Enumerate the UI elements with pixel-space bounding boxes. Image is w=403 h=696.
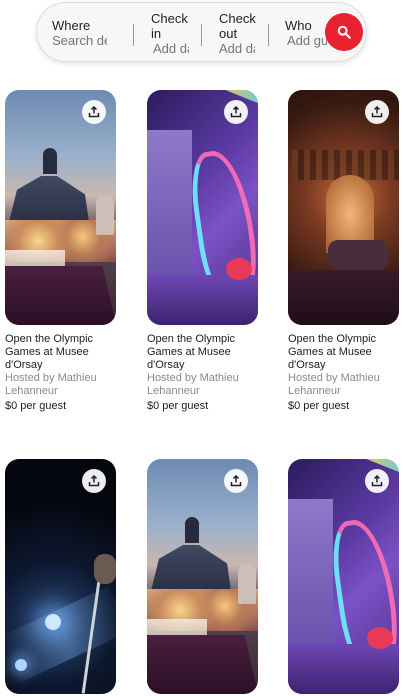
search-button[interactable] [325, 13, 363, 51]
carpet-shape [147, 635, 258, 694]
divider [133, 24, 134, 46]
checkout-input[interactable] [219, 41, 255, 56]
share-upload-icon [371, 106, 383, 118]
listing-host: Hosted by Mathieu Lehanneur [5, 372, 97, 397]
search-bar[interactable]: Where Check in Check out Who [36, 2, 367, 62]
chair-shape [367, 627, 393, 649]
listing-card[interactable]: Open the Olympic Games at Musee d'Orsay … [288, 90, 400, 413]
rug-shape [288, 270, 399, 325]
checkin-field[interactable]: Check in [141, 3, 201, 61]
listing-title[interactable]: Open the Olympic Games at Musee d'Orsay [5, 333, 117, 372]
listing-image[interactable] [5, 90, 116, 325]
share-upload-icon [371, 475, 383, 487]
share-upload-icon [230, 106, 242, 118]
roof-shape [151, 545, 231, 591]
dome-shape [185, 517, 199, 543]
divider [268, 24, 269, 46]
share-upload-icon [88, 475, 100, 487]
who-field[interactable]: Who [275, 3, 329, 61]
roof-shape [9, 176, 89, 222]
share-button[interactable] [365, 469, 389, 493]
listing-card[interactable]: Open the Olympic Games at Musee d'Orsay … [147, 90, 259, 413]
where-field[interactable]: Where [37, 3, 133, 61]
listing-card[interactable] [5, 459, 117, 694]
share-button[interactable] [82, 469, 106, 493]
divider [201, 24, 202, 46]
search-icon [337, 25, 351, 39]
checkout-field[interactable]: Check out [209, 3, 269, 61]
share-button[interactable] [224, 100, 248, 124]
listing-price: $0 per guest [147, 400, 209, 412]
listing-image[interactable] [288, 459, 399, 694]
floor-shape [288, 644, 399, 694]
spotlight [45, 614, 61, 630]
listing-image[interactable] [5, 459, 116, 694]
where-label: Where [52, 18, 91, 33]
listing-card[interactable] [288, 459, 400, 694]
dome-shape [43, 148, 57, 174]
checkout-label: Check out [219, 11, 256, 41]
statue-shape [238, 564, 256, 604]
listing-title[interactable]: Open the Olympic Games at Musee d'Orsay [147, 333, 259, 372]
share-button[interactable] [224, 469, 248, 493]
who-label: Who [285, 18, 312, 33]
share-upload-icon [88, 106, 100, 118]
listing-image[interactable] [147, 459, 258, 694]
listing-card[interactable]: Open the Olympic Games at Musee d'Orsay … [5, 90, 117, 413]
carpet-shape [5, 266, 116, 325]
performer-arm [94, 554, 116, 584]
where-input[interactable] [52, 33, 107, 48]
checkin-label: Check in [151, 11, 188, 41]
listing-price: $0 per guest [288, 400, 350, 412]
listing-host: Hosted by Mathieu Lehanneur [288, 372, 380, 397]
share-button[interactable] [365, 100, 389, 124]
floor-shape [147, 275, 258, 325]
stage-light [15, 659, 27, 671]
listing-host: Hosted by Mathieu Lehanneur [147, 372, 239, 397]
statue-shape [96, 195, 114, 235]
who-input[interactable] [287, 33, 327, 48]
share-upload-icon [230, 475, 242, 487]
listing-image[interactable] [288, 90, 399, 325]
sofa-shape [328, 240, 388, 270]
listing-card[interactable] [147, 459, 259, 694]
chair-shape [226, 258, 252, 280]
listing-price: $0 per guest [5, 400, 67, 412]
listing-image[interactable] [147, 90, 258, 325]
checkin-input[interactable] [153, 41, 189, 56]
share-button[interactable] [82, 100, 106, 124]
listing-title[interactable]: Open the Olympic Games at Musee d'Orsay [288, 333, 400, 372]
